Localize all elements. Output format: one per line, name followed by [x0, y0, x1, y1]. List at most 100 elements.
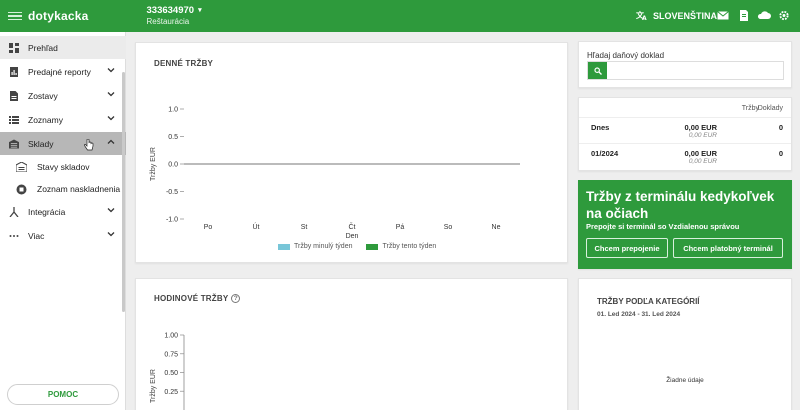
- chevron-down-icon: [107, 68, 115, 73]
- category-sales-title: TRŽBY PODĽA KATEGÓRIÍ: [597, 297, 700, 306]
- receipt-search-input[interactable]: [607, 62, 783, 79]
- sidebar: Prehľad Predajné reporty Zostavy Zoznamy…: [0, 32, 126, 410]
- sidebar-subitem-stock-levels[interactable]: Stavy skladov: [0, 156, 126, 178]
- warehouse-icon: [16, 162, 27, 173]
- row-sales: 0,00 EUR: [684, 149, 717, 158]
- receipt-search-label: Hľadaj daňový doklad: [587, 51, 665, 60]
- sidebar-item-integration[interactable]: Integrácia: [0, 200, 126, 223]
- chevron-down-icon: [107, 208, 115, 213]
- top-bar: dotykacka 333634970 ▾ Reštaurácia 文A SLOV…: [0, 0, 800, 32]
- language-label: SLOVENŠTINA: [653, 10, 718, 21]
- sidebar-item-sales-reports[interactable]: Predajné reporty: [0, 60, 126, 83]
- empty-state: Žiadne údaje: [666, 377, 704, 384]
- x-tick-label: St: [301, 224, 308, 231]
- row-sales-sub: 0,00 EUR: [688, 158, 717, 165]
- y-tick-label: -0.5: [166, 189, 178, 196]
- sidebar-item-label: Sklady: [28, 138, 54, 149]
- y-tick-label: 1.00: [164, 333, 178, 340]
- legend-item-this-week[interactable]: Tržby tento týden: [366, 243, 436, 250]
- hourly-sales-card: HODINOVÉ TRŽBY? 1.00 0.75 0.50 0.25 Tržby E…: [135, 278, 568, 410]
- sidebar-item-label: Integrácia: [28, 206, 66, 217]
- translate-icon: 文A: [636, 10, 647, 21]
- gear-icon[interactable]: [778, 10, 790, 21]
- y-tick-label: 0.75: [164, 351, 178, 358]
- sidebar-scrollbar[interactable]: [122, 72, 125, 312]
- y-axis-label: Tržby EUR: [150, 147, 157, 181]
- account-number: 333634970: [146, 5, 195, 16]
- account-selector[interactable]: 333634970 ▾ Reštaurácia: [147, 5, 202, 27]
- receipt-search-card: Hľadaj daňový doklad: [578, 41, 792, 88]
- request-connection-button[interactable]: Chcem prepojenie: [586, 238, 668, 258]
- y-tick-label: 0.0: [168, 162, 178, 169]
- report-icon: [9, 66, 19, 77]
- mail-icon[interactable]: [717, 10, 729, 21]
- daily-sales-chart: 1.0 0.5 0.0 -0.5 -1.0 Po Út St Čt Pá So Ne: [166, 107, 520, 231]
- sidebar-item-label: Predajné reporty: [28, 66, 91, 77]
- x-tick-label: Čt: [349, 222, 356, 231]
- box-icon: [16, 184, 27, 195]
- request-terminal-button[interactable]: Chcem platobný terminál: [673, 238, 783, 258]
- document-icon[interactable]: [738, 10, 750, 21]
- sidebar-item-overview[interactable]: Prehľad: [0, 36, 126, 59]
- app-logo[interactable]: dotykacka: [28, 9, 89, 23]
- header-receipts: Doklady: [757, 105, 783, 112]
- sidebar-item-warehouses[interactable]: Sklady: [0, 132, 126, 155]
- y-tick-label: 0.5: [168, 134, 178, 141]
- promo-title: Tržby z terminálu kedykoľvek na očiach: [586, 189, 775, 221]
- hourly-sales-chart: 1.00 0.75 0.50 0.25: [164, 333, 185, 410]
- integration-icon: [9, 206, 19, 217]
- y-tick-label: 1.0: [168, 107, 178, 114]
- search-button[interactable]: [588, 62, 607, 79]
- account-name: Reštaurácia: [146, 17, 190, 26]
- daily-sales-card: DENNÉ TRŽBY 1.0 0.5 0.0 -0.5 -1.0 Po Út St Čt Pá S…: [135, 42, 568, 263]
- chevron-down-icon: [107, 92, 115, 97]
- y-tick-label: 0.50: [164, 370, 178, 377]
- sidebar-item-label: Zoznamy: [28, 114, 63, 125]
- sidebar-subitem-label: Stavy skladov: [37, 162, 90, 172]
- row-receipts: 0: [778, 123, 783, 132]
- legend-swatch: [366, 243, 379, 250]
- sidebar-item-more[interactable]: Viac: [0, 224, 126, 247]
- list-icon: [9, 115, 19, 125]
- legend-swatch: [278, 243, 290, 250]
- y-axis-label: Tržby EUR: [150, 369, 157, 403]
- sales-summary-card: Tržby Doklady Dnes 0,00 EUR 0,00 EUR 0 0…: [578, 97, 792, 171]
- chart-legend: Tržby minulý týden Tržby tento týden: [278, 243, 436, 250]
- y-tick-label: -1.0: [166, 217, 178, 224]
- sidebar-item-reports[interactable]: Zostavy: [0, 84, 126, 107]
- sidebar-item-lists[interactable]: Zoznamy: [0, 108, 126, 131]
- sidebar-item-label: Zostavy: [28, 90, 58, 101]
- sidebar-item-label: Viac: [28, 230, 45, 241]
- x-tick-label: Út: [253, 222, 260, 231]
- row-sales-sub: 0,00 EUR: [688, 132, 717, 139]
- chevron-down-icon: [107, 232, 115, 237]
- legend-label: Tržby tento týden: [382, 243, 437, 250]
- divider: [579, 117, 791, 118]
- receipt-search-field: [587, 61, 784, 80]
- chevron-down-icon: ▾: [198, 7, 202, 14]
- x-axis-label: Den: [345, 233, 359, 240]
- hamburger-menu-icon[interactable]: [8, 11, 22, 21]
- chevron-down-icon: [107, 116, 115, 121]
- divider: [579, 143, 791, 144]
- legend-label: Tržby minulý týden: [294, 243, 353, 250]
- warehouse-icon: [9, 138, 19, 149]
- row-sales: 0,00 EUR: [684, 123, 717, 132]
- sidebar-subitem-stock-receipts[interactable]: Zoznam naskladnenia: [0, 178, 126, 200]
- x-tick-label: Ne: [492, 224, 501, 231]
- x-tick-label: So: [444, 224, 453, 231]
- search-icon: [593, 66, 602, 75]
- sidebar-item-label: Prehľad: [28, 42, 58, 53]
- chevron-up-icon: [107, 139, 115, 144]
- help-button[interactable]: POMOC: [7, 384, 119, 405]
- language-selector[interactable]: 文A SLOVENŠTINA: [636, 10, 717, 21]
- cloud-icon[interactable]: [757, 10, 771, 21]
- legend-item-last-week[interactable]: Tržby minulý týden: [278, 243, 352, 250]
- sidebar-subitem-label: Zoznam naskladnenia: [37, 184, 121, 194]
- x-tick-label: Pá: [396, 224, 405, 231]
- cursor-hand-icon: [84, 139, 94, 151]
- row-label: 01/2024: [591, 149, 619, 158]
- promo-subtitle: Prepojte si terminál so Vzdialenou správ…: [586, 222, 740, 231]
- y-tick-label: 0.25: [164, 389, 178, 396]
- document-icon: [9, 90, 19, 101]
